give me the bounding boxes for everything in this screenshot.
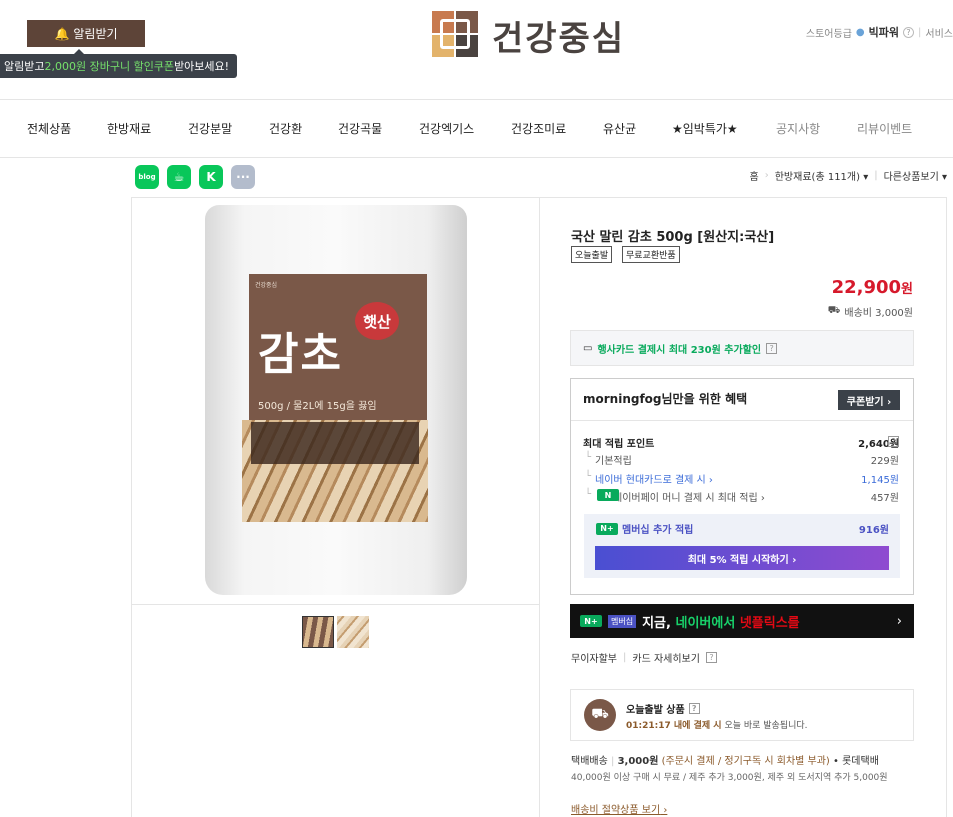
alarm-label: 알림받기 <box>73 27 118 41</box>
truck-icon: ⛟ <box>827 305 841 316</box>
membership-label: N+ 멤버십 추가 적립 <box>596 521 693 536</box>
today-ship-desc: 01:21:17 내에 결제 시 오늘 바로 발송됩니다. <box>626 721 808 731</box>
product-title: 국산 말린 감초 500g [원산지:국산] <box>571 230 775 245</box>
tag-today-ship: 오늘출발 <box>571 246 613 263</box>
logo-mark-icon <box>432 11 480 59</box>
coupon-button[interactable]: 쿠폰받기 › <box>838 390 900 410</box>
nav-item-grain[interactable]: 건강곡물 <box>338 120 382 137</box>
nav-item-pill[interactable]: 건강환 <box>269 120 302 137</box>
membership-value: 916원 <box>858 525 889 536</box>
nav-item-review-event[interactable]: 리뷰이벤트 <box>857 120 912 137</box>
talk-share-icon[interactable]: K <box>199 165 223 189</box>
installment-link[interactable]: 무이자할부 <box>571 650 617 665</box>
breadcrumb-home[interactable]: 홈 <box>750 168 759 183</box>
basic-point-value: 229원 <box>870 456 899 467</box>
installment-row: 무이자할부 | 카드 자세히보기 ? <box>571 650 717 665</box>
card-detail-link[interactable]: 카드 자세히보기 <box>632 650 700 665</box>
nav-item-powder[interactable]: 건강분말 <box>188 120 232 137</box>
npay-icon: N <box>597 489 619 501</box>
package-subtitle: 500g / 물2L에 15g을 끓임 <box>258 401 377 412</box>
grade-badge-icon: ● <box>855 26 865 38</box>
basic-point-label: 기본적립 <box>583 452 632 467</box>
hyundai-card-value: 1,145원 <box>861 475 899 486</box>
hyundai-card-link[interactable]: 네이버 현대카드로 결제 시 › <box>583 471 713 486</box>
today-ship-title: 오늘출발 상품 ? <box>626 701 700 716</box>
logo-text: 건강중심 <box>492 18 626 59</box>
max-point-label: 최대 적립 포인트 <box>583 439 655 450</box>
help-icon[interactable]: ? <box>705 652 717 663</box>
package-stamp: 햇산 <box>355 302 399 340</box>
shipping-save-link[interactable]: 배송비 절약상품 보기 › <box>571 801 667 816</box>
nav-item-notice[interactable]: 공지사항 <box>776 120 820 137</box>
blog-share-icon[interactable]: blog <box>135 165 159 189</box>
product-price: 22,900원 <box>831 277 913 298</box>
help-icon[interactable]: ? <box>688 703 700 714</box>
nav-item-probiotics[interactable]: 유산균 <box>603 120 636 137</box>
card-promo[interactable]: ▭ 행사카드 결제시 최대 230원 추가할인 ? <box>570 330 914 366</box>
category-nav: 전체상품 한방재료 건강분말 건강환 건강곡물 건강엑기스 건강조미료 유산균 … <box>0 99 953 158</box>
benefit-title: morningfog님만을 위한 혜택 <box>583 392 748 406</box>
tag-free-return: 무료교환반품 <box>622 246 680 263</box>
other-products-dropdown[interactable]: 다른상품보기 ▾ <box>884 168 947 183</box>
cafe-share-icon[interactable]: ☕ <box>167 165 191 189</box>
help-icon[interactable]: ? <box>766 342 778 354</box>
bell-plus-icon: 🔔 <box>54 26 70 41</box>
shipping-desc: 40,000원 이상 구매 시 무료 / 제주 추가 3,000원, 제주 외 … <box>571 773 888 783</box>
membership-badge: 멤버십 <box>608 614 637 628</box>
nav-item-seasoning[interactable]: 건강조미료 <box>511 120 566 137</box>
nav-item-all[interactable]: 전체상품 <box>27 120 71 137</box>
today-ship-box <box>570 689 914 741</box>
package-title: 감초 <box>258 329 343 380</box>
breadcrumb: 홈 › 한방재료(총 111개) ▾ | 다른상품보기 ▾ <box>749 168 947 183</box>
credit-card-icon: ▭ <box>583 342 593 354</box>
shipping-fee: ⛟ 배송비 3,000원 <box>827 305 913 319</box>
npay-money-value: 457원 <box>870 493 899 504</box>
membership-start-button[interactable]: 최대 5% 적립 시작하기 › <box>595 546 889 570</box>
alarm-tooltip: 알림받고 2,000원 장바구니 할인쿠폰 받아보세요! <box>0 49 238 78</box>
delivery-truck-icon: ⛟ <box>584 699 616 731</box>
nav-item-special[interactable]: ★임박특가★ <box>672 120 738 137</box>
naver-plus-icon: N+ <box>580 615 602 627</box>
thumbnail-2[interactable] <box>337 616 369 648</box>
shipping-info: 택배배송 | 3,000원 (주문시 결제 / 정기구독 시 회차별 부과) •… <box>571 756 879 767</box>
more-share-icon[interactable]: ··· <box>231 165 255 189</box>
package-info-box <box>251 422 419 464</box>
chevron-right-icon: › <box>896 613 902 629</box>
help-icon[interactable]: ? <box>888 436 899 447</box>
service-link[interactable]: 서비스 <box>925 25 953 40</box>
nav-item-extract[interactable]: 건강엑기스 <box>419 120 474 137</box>
netflix-banner[interactable]: N+ 멤버십 지금, 네이버에서 넷플릭스를 › <box>570 604 914 638</box>
nav-item-herbal[interactable]: 한방재료 <box>107 120 151 137</box>
store-logo[interactable]: 건강중심 <box>432 10 652 60</box>
thumbnail-1[interactable] <box>302 616 334 648</box>
alarm-button[interactable]: 🔔 알림받기 <box>27 20 145 47</box>
help-icon[interactable]: ? <box>903 26 915 38</box>
breadcrumb-category[interactable]: 한방재료(총 111개) ▾ <box>775 168 868 183</box>
npay-money-link[interactable]: N네이버페이 머니 결제 시 최대 적립 › <box>583 489 765 504</box>
naver-plus-icon: N+ <box>596 522 618 535</box>
store-grade: 스토어등급 ● 빅파워 ? | 서비스 <box>805 25 953 40</box>
package-brand: 건강중심 <box>255 282 278 289</box>
